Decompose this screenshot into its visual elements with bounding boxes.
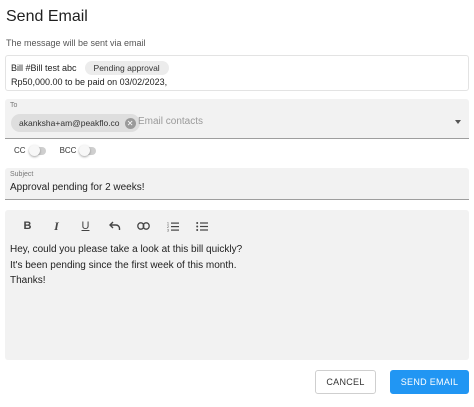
to-field[interactable]: To akanksha+am@peakflo.co ✕ xyxy=(5,99,469,139)
undo-icon[interactable] xyxy=(100,218,129,234)
message-body-line: Thanks! xyxy=(10,275,46,286)
subject-field[interactable]: Subject Approval pending for 2 weeks! xyxy=(5,168,469,200)
bcc-toggle[interactable] xyxy=(79,144,97,156)
svg-text:3: 3 xyxy=(167,228,169,232)
cancel-button[interactable]: CANCEL xyxy=(315,370,376,394)
underline-icon[interactable]: U xyxy=(71,218,100,234)
editor-toolbar: B I U 123 xyxy=(13,218,216,234)
recipient-chip-label: akanksha+am@peakflo.co xyxy=(19,118,120,128)
message-body-line: It's been pending since the first week o… xyxy=(10,260,237,271)
bold-icon[interactable]: B xyxy=(13,218,42,234)
dialog-title: Send Email xyxy=(6,8,88,25)
status-badge: Pending approval xyxy=(84,61,169,75)
remove-chip-icon[interactable]: ✕ xyxy=(124,117,136,129)
cc-toggle[interactable] xyxy=(28,144,46,156)
to-label: To xyxy=(10,102,18,109)
cc-label: CC xyxy=(14,146,26,155)
message-body-line: Hey, could you please take a look at thi… xyxy=(10,244,243,255)
message-editor[interactable]: B I U 123 Hey, could you please take a l… xyxy=(5,210,469,360)
subject-label: Subject xyxy=(10,171,34,178)
dialog-subtitle: The message will be sent via email xyxy=(6,38,146,48)
bcc-label: BCC xyxy=(59,146,77,155)
bulleted-list-icon[interactable] xyxy=(187,218,216,234)
bill-amount-due: Rp50,000.00 to be paid on 03/02/2023, xyxy=(11,77,168,87)
email-contacts-input[interactable] xyxy=(138,116,438,127)
numbered-list-icon[interactable]: 123 xyxy=(158,218,187,234)
send-email-button[interactable]: SEND EMAIL xyxy=(390,370,469,394)
subject-input[interactable]: Approval pending for 2 weeks! xyxy=(10,182,145,193)
bill-name: Bill #Bill test abc xyxy=(11,63,77,73)
recipient-chip[interactable]: akanksha+am@peakflo.co ✕ xyxy=(11,114,140,132)
link-icon[interactable] xyxy=(129,218,158,234)
cc-toggle-knob xyxy=(28,144,40,156)
bcc-toggle-knob xyxy=(79,144,91,156)
cc-bcc-toggles: CC BCC xyxy=(14,144,110,156)
italic-icon[interactable]: I xyxy=(42,218,71,234)
dropdown-arrow-icon[interactable] xyxy=(455,120,461,124)
bill-summary-box: Bill #Bill test abc Pending approval Rp5… xyxy=(5,55,469,91)
